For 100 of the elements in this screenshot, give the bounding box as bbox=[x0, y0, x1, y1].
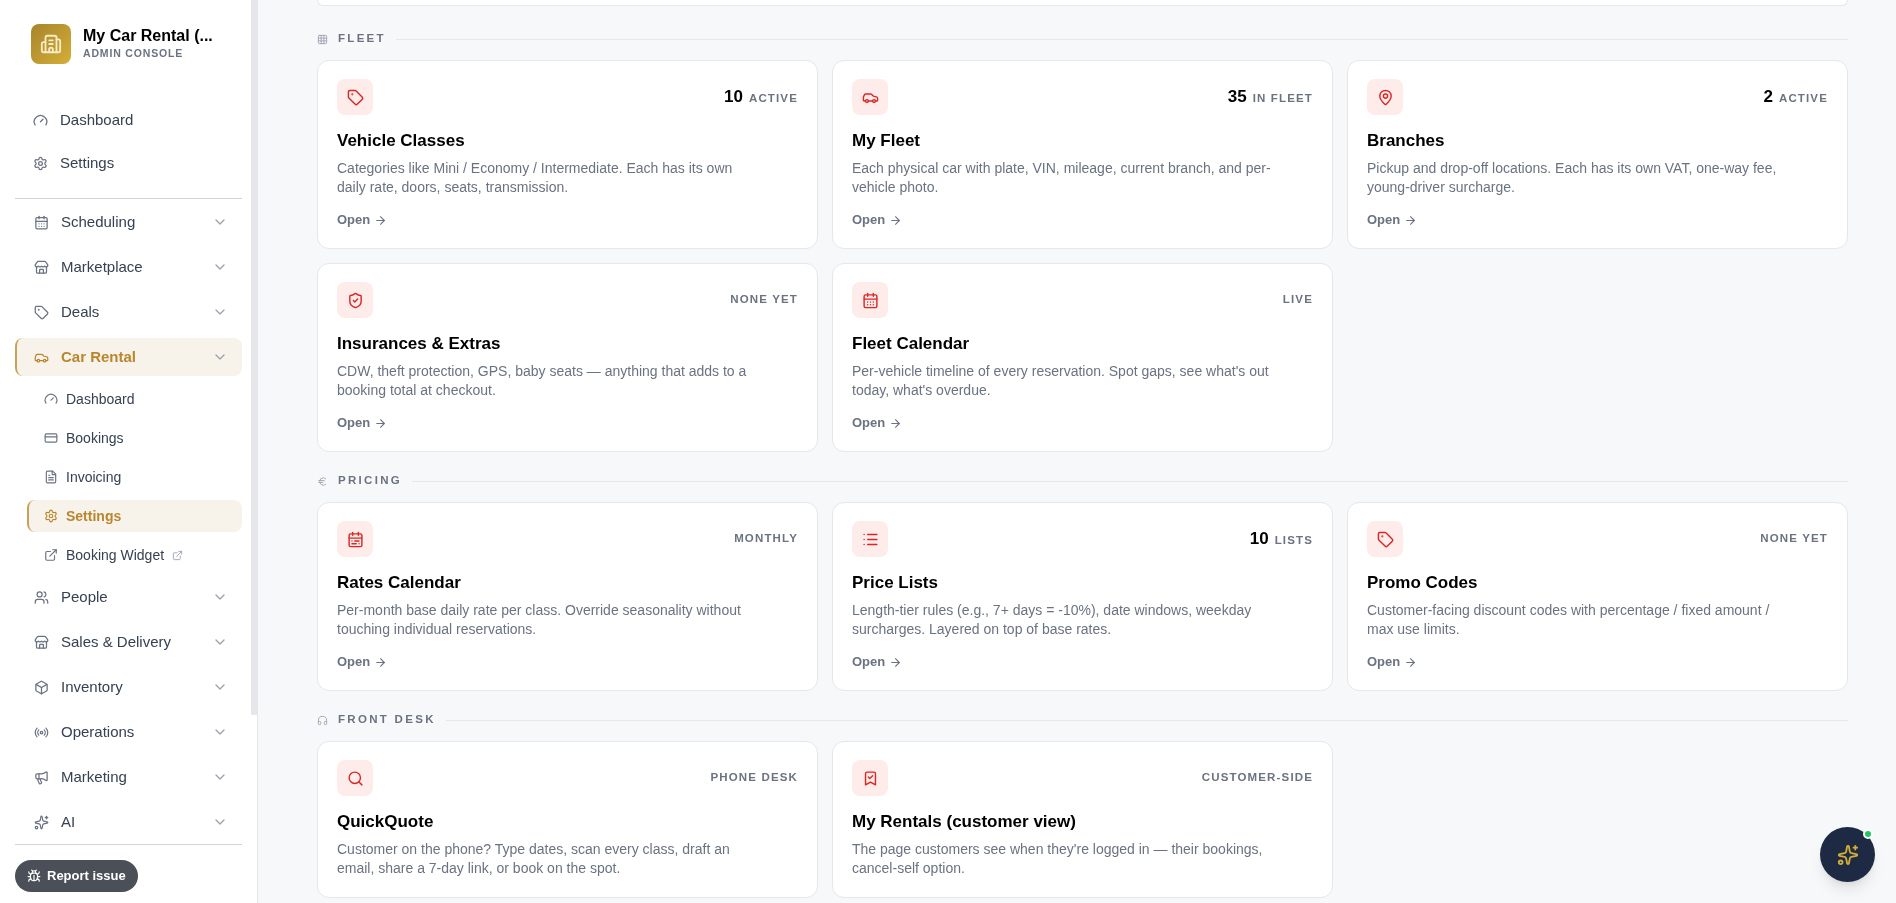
section-icon bbox=[317, 475, 328, 487]
feature-card[interactable]: NONE YET Promo Codes Customer-facing discount codes with percentage / fixed amount / max use limits. Open bbox=[1347, 502, 1848, 691]
feature-card[interactable]: MONTHLY Rates Calendar Per-month base daily rate per class. Override seasonality without touching individual reservations. Open bbox=[317, 502, 818, 691]
card-description: Per-vehicle timeline of every reservation. Spot gaps, see what's out today, what's overdue. bbox=[852, 362, 1270, 400]
card-status-label: LISTS bbox=[1274, 533, 1313, 549]
card-icon bbox=[337, 521, 373, 557]
ai-assistant-button[interactable] bbox=[1820, 827, 1875, 882]
card-icon bbox=[852, 79, 888, 115]
sidebar-group[interactable]: Operations bbox=[15, 713, 242, 751]
arrow-right-icon bbox=[374, 213, 388, 227]
scrollbar-thumb[interactable] bbox=[251, 0, 257, 715]
card-title: Rates Calendar bbox=[337, 572, 462, 594]
card-description: Categories like Mini / Economy / Intermediate. Each has its own daily rate, doors, seats, transmission. bbox=[337, 159, 734, 197]
card-description: Per-month base daily rate per class. Override seasonality without touching individual reservations. bbox=[337, 601, 742, 639]
section-title: PRICING bbox=[338, 473, 403, 489]
sidebar-group[interactable]: Marketing bbox=[15, 758, 242, 796]
open-link[interactable]: Open bbox=[337, 414, 388, 432]
card-description: Length-tier rules (e.g., 7+ days = -10%), date windows, weekday surcharges. Layered on top of base rates. bbox=[852, 601, 1253, 639]
brand-logo-icon bbox=[31, 24, 71, 64]
open-link[interactable]: Open bbox=[852, 211, 903, 229]
menu-item-icon bbox=[34, 769, 49, 785]
card-icon bbox=[1367, 521, 1403, 557]
sidebar-group[interactable]: Deals bbox=[15, 293, 242, 331]
menu-item-icon bbox=[44, 470, 58, 484]
feature-card[interactable]: 10 ACTIVE Vehicle Classes Categories like Mini / Economy / Intermediate. Each has its own daily rate, doors, seats, transmission. Open bbox=[317, 60, 818, 249]
brand-name: My Car Rental (... bbox=[83, 26, 213, 47]
sidebar-subitem[interactable]: Bookings bbox=[27, 422, 242, 454]
feature-card[interactable]: 35 IN FLEET My Fleet Each physical car with plate, VIN, mileage, current branch, and per-vehicle photo. Open bbox=[832, 60, 1333, 249]
card-status-label: LIVE bbox=[1282, 292, 1313, 308]
card-status-label: ACTIVE bbox=[1778, 91, 1828, 107]
open-link[interactable]: Open bbox=[337, 211, 388, 229]
card-description: Each physical car with plate, VIN, mileage, current branch, and per-vehicle photo. bbox=[852, 159, 1272, 197]
arrow-right-icon bbox=[1404, 213, 1418, 227]
open-link[interactable]: Open bbox=[852, 414, 903, 432]
sidebar-group[interactable]: AI bbox=[15, 803, 242, 841]
open-link[interactable]: Open bbox=[1367, 211, 1418, 229]
section-title: FLEET bbox=[338, 31, 386, 47]
card-description: Customer on the phone? Type dates, scan every class, draft an email, share a 7-day link, or book on the spot. bbox=[337, 840, 731, 878]
menu-item-icon bbox=[34, 679, 49, 695]
sidebar-subitem[interactable]: Invoicing bbox=[27, 461, 242, 493]
section-icon bbox=[317, 714, 328, 726]
menu-item-icon bbox=[34, 589, 49, 605]
feature-card[interactable]: PHONE DESK QuickQuote Customer on the phone? Type dates, scan every class, draft an email, share a 7-day link, or book on the spot. bbox=[317, 741, 818, 898]
card-count: 2 bbox=[1763, 86, 1773, 109]
open-link[interactable]: Open bbox=[337, 653, 388, 671]
menu-item-icon bbox=[34, 304, 49, 320]
card-status-label: MONTHLY bbox=[734, 531, 798, 547]
card-status-label: NONE YET bbox=[730, 292, 798, 308]
brand-subtitle: ADMIN CONSOLE bbox=[83, 46, 185, 62]
card-icon bbox=[337, 282, 373, 318]
sidebar-item[interactable]: Settings bbox=[15, 144, 242, 182]
arrow-right-icon bbox=[374, 655, 388, 669]
menu-item-icon bbox=[44, 392, 58, 406]
feature-card[interactable]: NONE YET Insurances & Extras CDW, theft protection, GPS, baby seats — anything that adds to a booking total at checkout. Open bbox=[317, 263, 818, 452]
card-title: QuickQuote bbox=[337, 811, 435, 833]
menu-item-icon bbox=[33, 112, 48, 128]
card-title: Fleet Calendar bbox=[852, 333, 971, 355]
open-link[interactable]: Open bbox=[1367, 653, 1418, 671]
section-icon bbox=[317, 33, 328, 45]
feature-card[interactable]: CUSTOMER-SIDE My Rentals (customer view) The page customers see when they're logged in — their bookings, cancel-self option. bbox=[832, 741, 1333, 898]
open-link[interactable]: Open bbox=[852, 653, 903, 671]
report-issue-button[interactable]: Report issue bbox=[15, 860, 138, 892]
card-title: My Fleet bbox=[852, 130, 922, 152]
sidebar-group[interactable]: People bbox=[15, 578, 242, 616]
sidebar-subitem[interactable]: Booking Widget bbox=[27, 539, 242, 571]
card-count: 10 bbox=[724, 86, 743, 109]
feature-card[interactable]: 2 ACTIVE Branches Pickup and drop-off locations. Each has its own VAT, one-way fee, young-driver surcharge. Open bbox=[1347, 60, 1848, 249]
sidebar-group[interactable]: Marketplace bbox=[15, 248, 242, 286]
card-status-label: PHONE DESK bbox=[710, 770, 798, 786]
card-description: Pickup and drop-off locations. Each has its own VAT, one-way fee, young-driver surcharge. bbox=[1367, 159, 1778, 197]
card-icon bbox=[852, 282, 888, 318]
sidebar-group[interactable]: Inventory bbox=[15, 668, 242, 706]
bug-icon bbox=[27, 869, 41, 883]
sparkles-icon bbox=[1836, 843, 1859, 866]
arrow-right-icon bbox=[889, 655, 903, 669]
sidebar-item[interactable]: Dashboard bbox=[15, 101, 242, 139]
card-status-label: ACTIVE bbox=[748, 91, 798, 107]
card-description: The page customers see when they're logged in — their bookings, cancel-self option. bbox=[852, 840, 1264, 878]
menu-item-icon bbox=[34, 814, 49, 830]
menu-item-icon bbox=[44, 548, 58, 562]
section-title: FRONT DESK bbox=[338, 712, 436, 728]
sidebar-subitem[interactable]: Dashboard bbox=[27, 383, 242, 415]
arrow-right-icon bbox=[374, 416, 388, 430]
card-description: Customer-facing discount codes with percentage / fixed amount / max use limits. bbox=[1367, 601, 1771, 639]
card-icon bbox=[337, 79, 373, 115]
card-icon bbox=[337, 760, 373, 796]
arrow-right-icon bbox=[889, 213, 903, 227]
card-title: Vehicle Classes bbox=[337, 130, 466, 152]
sidebar-group[interactable]: Sales & Delivery bbox=[15, 623, 242, 661]
menu-item-icon bbox=[44, 509, 58, 523]
menu-item-icon bbox=[34, 259, 49, 275]
menu-item-icon bbox=[33, 155, 48, 171]
card-status-label: CUSTOMER-SIDE bbox=[1201, 770, 1313, 786]
card-status-label: NONE YET bbox=[1760, 531, 1828, 547]
card-title: Insurances & Extras bbox=[337, 333, 502, 355]
menu-item-icon bbox=[44, 431, 58, 445]
feature-card[interactable]: LIVE Fleet Calendar Per-vehicle timeline of every reservation. Spot gaps, see what's out today, what's overdue. Open bbox=[832, 263, 1333, 452]
feature-card[interactable]: 10 LISTS Price Lists Length-tier rules (e.g., 7+ days = -10%), date windows, weekday surcharges. Layered on top of base rates. Open bbox=[832, 502, 1333, 691]
sidebar-group[interactable]: Scheduling bbox=[15, 203, 242, 241]
card-description: CDW, theft protection, GPS, baby seats — anything that adds to a booking total at checkout. bbox=[337, 362, 748, 400]
